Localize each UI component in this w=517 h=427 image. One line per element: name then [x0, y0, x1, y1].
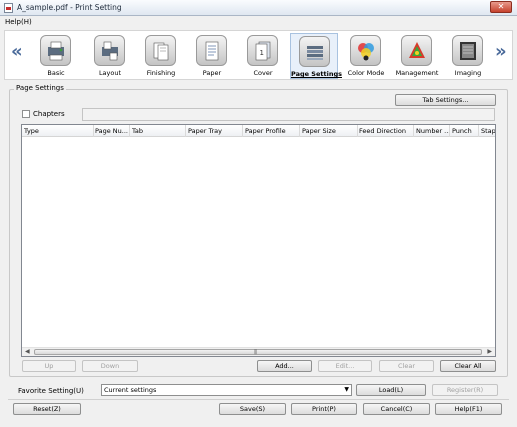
column-header-page-number[interactable]: Page Nu... [95, 127, 129, 135]
tab-management[interactable]: Management [393, 33, 441, 79]
chapters-label: Chapters [33, 110, 65, 118]
tab-label: Basic [47, 69, 65, 77]
scrollbar-thumb[interactable] [34, 349, 482, 355]
page-settings-table[interactable]: Type Page Nu... Tab Paper Tray Paper Pro… [21, 124, 496, 357]
clear-button[interactable]: Clear [379, 360, 434, 372]
column-divider[interactable] [478, 125, 479, 137]
column-header-feed-direction[interactable]: Feed Direction [359, 127, 413, 135]
column-divider[interactable] [299, 125, 300, 137]
tab-basic[interactable]: Basic [32, 33, 80, 79]
edit-button[interactable]: Edit... [318, 360, 372, 372]
clear-all-button[interactable]: Clear All [440, 360, 496, 372]
page-settings-group-label: Page Settings [14, 84, 66, 92]
close-window-button[interactable]: ✕ [490, 1, 512, 13]
column-header-punch[interactable]: Punch [452, 127, 478, 135]
move-up-button[interactable]: Up [22, 360, 76, 372]
column-divider[interactable] [242, 125, 243, 137]
column-divider[interactable] [129, 125, 130, 137]
table-horizontal-scrollbar[interactable]: ◀ ||| ▶ [22, 347, 495, 356]
tab-label: Page Settings [291, 70, 342, 78]
tab-finishing[interactable]: Finishing [137, 33, 185, 79]
finishing-icon [145, 35, 176, 66]
title-bar: A_sample.pdf - Print Setting ✕ [0, 0, 517, 16]
page-settings-icon [299, 36, 330, 67]
print-button[interactable]: Print(P) [291, 403, 357, 415]
add-button[interactable]: Add... [257, 360, 312, 372]
tab-label: Cover [253, 69, 273, 77]
pdf-app-icon [4, 3, 13, 13]
ribbon-prev-arrow-icon[interactable]: « [11, 41, 23, 62]
save-button[interactable]: Save(S) [219, 403, 286, 415]
reset-button[interactable]: Reset(Z) [13, 403, 81, 415]
tab-color-mode[interactable]: Color Mode [342, 33, 390, 79]
chevron-down-icon: ▼ [344, 386, 349, 393]
tab-label: Color Mode [347, 69, 385, 77]
tab-paper[interactable]: Paper [188, 33, 236, 79]
column-header-staple[interactable]: Staple [481, 127, 495, 135]
window-title: A_sample.pdf - Print Setting [17, 3, 122, 12]
column-header-number[interactable]: Number ... [416, 127, 449, 135]
layout-icon [94, 35, 125, 66]
table-header: Type Page Nu... Tab Paper Tray Paper Pro… [22, 125, 495, 137]
column-header-paper-size[interactable]: Paper Size [302, 127, 357, 135]
register-button[interactable]: Register(R) [432, 384, 498, 396]
chapters-field[interactable] [82, 108, 495, 121]
tab-label: Finishing [146, 69, 176, 77]
tab-page-settings[interactable]: Page Settings [290, 33, 342, 79]
basic-icon [40, 35, 71, 66]
footer-divider [8, 399, 509, 400]
tab-cover[interactable]: 1 Cover [239, 33, 287, 79]
column-divider[interactable] [357, 125, 358, 137]
tab-settings-button[interactable]: Tab Settings... [395, 94, 496, 106]
tab-label: Imaging [454, 69, 482, 77]
column-header-tab[interactable]: Tab [132, 127, 185, 135]
column-divider[interactable] [185, 125, 186, 137]
favorite-setting-label: Favorite Setting(U) [18, 387, 84, 395]
column-divider[interactable] [413, 125, 414, 137]
color-mode-icon [350, 35, 381, 66]
tab-label: Paper [202, 69, 222, 77]
move-down-button[interactable]: Down [82, 360, 138, 372]
menu-help[interactable]: Help(H) [5, 18, 32, 26]
column-header-type[interactable]: Type [24, 127, 92, 135]
column-header-paper-profile[interactable]: Paper Profile [245, 127, 299, 135]
favorite-setting-select[interactable]: Current settings ▼ [101, 384, 352, 396]
paper-icon [196, 35, 227, 66]
cover-icon: 1 [247, 35, 278, 66]
imaging-icon [452, 35, 483, 66]
favorite-setting-value: Current settings [104, 386, 157, 394]
load-button[interactable]: Load(L) [356, 384, 426, 396]
management-icon [401, 35, 432, 66]
svg-text:1: 1 [260, 49, 264, 57]
scroll-left-icon[interactable]: ◀ [25, 348, 30, 355]
scrollbar-grip-icon: ||| [254, 349, 257, 355]
tab-label: Management [395, 69, 439, 77]
tab-imaging[interactable]: Imaging [444, 33, 492, 79]
help-button[interactable]: Help(F1) [435, 403, 502, 415]
tab-layout[interactable]: Layout [86, 33, 134, 79]
chapters-checkbox[interactable] [22, 110, 30, 118]
column-divider[interactable] [449, 125, 450, 137]
settings-ribbon: « Basic Layout Finishing Paper 1 Cover P… [4, 30, 513, 80]
tab-label: Layout [98, 69, 122, 77]
column-divider[interactable] [93, 125, 94, 137]
menu-bar: Help(H) [0, 17, 517, 29]
cancel-button[interactable]: Cancel(C) [363, 403, 430, 415]
ribbon-next-arrow-icon[interactable]: » [495, 41, 507, 62]
scroll-right-icon[interactable]: ▶ [487, 348, 492, 355]
column-header-paper-tray[interactable]: Paper Tray [188, 127, 242, 135]
